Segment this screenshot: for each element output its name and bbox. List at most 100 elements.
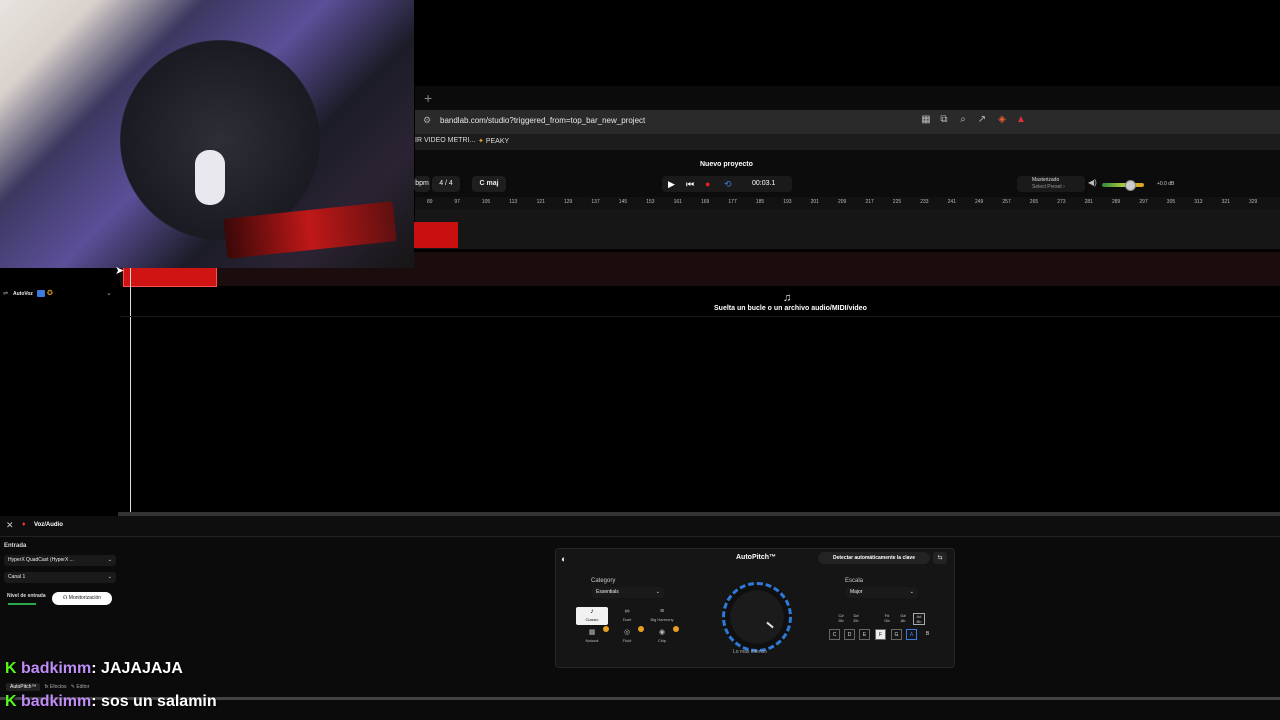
monitoring-button[interactable]: ☊ Monitorización xyxy=(52,592,112,605)
scale-label: Escala xyxy=(845,578,864,584)
preset-classic[interactable]: ♪ Classic xyxy=(576,607,608,625)
volume-slider[interactable] xyxy=(1102,183,1144,187)
close-icon[interactable]: ✕ xyxy=(6,520,14,531)
time-display: 00:03.1 xyxy=(752,180,776,187)
playhead[interactable] xyxy=(130,268,131,516)
music-note-icon: ♫ xyxy=(783,292,792,304)
key-sharp[interactable]: C# Db xyxy=(836,613,846,623)
ruler-tick-label: 177 xyxy=(728,199,737,205)
ruler-tick-label: 321 xyxy=(1221,199,1230,205)
chat-message: K badkimm: JAJAJAJA xyxy=(5,660,183,678)
star-icon[interactable]: ✪ xyxy=(47,289,53,297)
volume-slider-knob[interactable] xyxy=(1125,180,1136,191)
channel-select[interactable]: Canal 1 ⌄ xyxy=(4,572,116,583)
panel-tabs: AutoPitch™ fx Efectos ✎ Editor xyxy=(6,683,89,691)
bpm-field[interactable]: bpm xyxy=(414,176,430,192)
premium-badge-icon xyxy=(603,626,609,632)
skip-back-icon[interactable]: ⏮ xyxy=(686,176,694,192)
audio-clip-selected[interactable] xyxy=(123,265,217,287)
ruler-tick-label: 265 xyxy=(1029,199,1039,205)
ruler-tick-label: 273 xyxy=(1057,199,1066,205)
project-title[interactable]: Nuevo proyecto xyxy=(700,161,753,168)
chat-username: badkimm xyxy=(21,693,92,710)
key-sharp[interactable]: A# Bb xyxy=(913,613,925,625)
chevron-down-icon[interactable]: ⌄ xyxy=(106,289,112,297)
settings-icon[interactable]: ⇆ xyxy=(933,552,947,564)
share-icon[interactable]: ↗ xyxy=(975,114,989,125)
key-sharp[interactable]: D# Eb xyxy=(851,613,861,623)
ruler-tick-label: 137 xyxy=(591,199,600,205)
chat-text: : JAJAJAJA xyxy=(91,660,183,677)
microphone-image xyxy=(195,150,225,205)
brave-shield-icon[interactable]: ◈ xyxy=(995,114,1009,125)
ruler-tick-label: 89 xyxy=(427,199,433,205)
intensity-dial[interactable] xyxy=(722,582,792,652)
track-name[interactable]: AutoVoz xyxy=(13,291,33,297)
ruler-tick-label: 97 xyxy=(454,199,460,205)
key-selector[interactable]: C maj xyxy=(472,176,506,192)
chevron-down-icon: ⌄ xyxy=(909,589,914,595)
chat-message: K badkimm: sos un salamin xyxy=(5,693,217,711)
ruler-tick-label: 313 xyxy=(1194,199,1203,205)
ruler-tick-label: 217 xyxy=(865,199,874,205)
ruler-tick-label: 185 xyxy=(755,199,765,205)
streamer-figure xyxy=(120,40,320,240)
key-c[interactable]: C xyxy=(829,629,840,640)
auto-detect-key-button[interactable]: Detectar automáticamente la clave xyxy=(818,552,930,564)
studio-header xyxy=(415,150,1280,198)
drop-zone-text: Suelta un bucle o un archivo audio/MIDI/… xyxy=(714,305,867,312)
key-sharp[interactable]: F# Gb xyxy=(882,613,892,623)
open-external-icon[interactable]: ⧉ xyxy=(937,114,951,125)
key-a[interactable]: A xyxy=(906,629,917,640)
audio-clip[interactable] xyxy=(414,222,458,248)
key-sharp[interactable]: G# Ab xyxy=(898,613,908,623)
panel-title: Voz/Audio xyxy=(34,522,63,528)
power-toggle-icon[interactable]: ◐ xyxy=(561,554,566,564)
chevron-down-icon: ⌄ xyxy=(655,589,660,595)
kick-logo-icon: K xyxy=(5,660,17,677)
bookmark-item[interactable]: IR VIDEO METRI... xyxy=(415,137,475,144)
drag-handle-icon[interactable]: ⇌ xyxy=(3,290,8,297)
brave-rewards-icon[interactable]: ▲ xyxy=(1014,114,1028,125)
key-e[interactable]: E xyxy=(859,629,870,640)
loop-icon[interactable]: ⟲ xyxy=(724,176,732,192)
tab-editor[interactable]: Editor xyxy=(76,684,89,690)
ruler-tick-label: 193 xyxy=(783,199,792,205)
key-d[interactable]: D xyxy=(844,629,855,640)
key-g[interactable]: G xyxy=(891,629,902,640)
key-b[interactable]: B xyxy=(922,629,933,640)
ruler-tick-label: 201 xyxy=(810,199,819,205)
tab-effects[interactable]: Efectos xyxy=(50,684,67,690)
record-icon[interactable]: ● xyxy=(705,176,710,192)
track-lane[interactable] xyxy=(415,209,1280,249)
ruler-tick-label: 233 xyxy=(920,199,929,205)
input-device-select[interactable]: HyperX QuadCast (HyperX ... ⌄ xyxy=(4,555,116,566)
category-select[interactable]: Essentials ⌄ xyxy=(592,587,664,598)
site-info-icon[interactable]: ⚙ xyxy=(423,115,431,126)
time-signature[interactable]: 4 / 4 xyxy=(432,176,460,192)
kick-logo-icon: K xyxy=(5,693,17,710)
ruler-tick-label: 225 xyxy=(892,199,902,205)
pencil-icon: ✎ xyxy=(70,684,75,690)
bookmark-item[interactable]: ✦ PEAKY xyxy=(478,137,509,145)
tab-bar xyxy=(415,86,1280,110)
panel-header xyxy=(0,516,1280,537)
key-f[interactable]: F xyxy=(875,629,886,640)
bookmarks-bar xyxy=(415,134,1280,150)
tab-autopitch[interactable]: AutoPitch™ xyxy=(6,683,41,691)
input-level-meter xyxy=(8,603,36,605)
new-tab-button[interactable]: + xyxy=(424,90,432,106)
input-level-label: Nivel de entrada xyxy=(7,593,46,599)
scale-select[interactable]: Major ⌄ xyxy=(846,587,918,598)
grid-icon[interactable]: ▦ xyxy=(919,114,933,125)
play-icon[interactable]: ▶ xyxy=(668,176,675,192)
ruler-tick-label: 121 xyxy=(536,199,545,205)
zoom-icon[interactable]: ⌕ xyxy=(956,114,970,125)
divider xyxy=(120,316,1280,317)
preset-big-harmony[interactable]: ≡ Big Harmony xyxy=(646,607,678,625)
preset-duet[interactable]: ∞ Duet xyxy=(611,607,643,625)
chat-username: badkimm xyxy=(21,660,92,677)
url-text[interactable]: bandlab.com/studio?triggered_from=top_ba… xyxy=(440,116,645,125)
volume-icon[interactable]: ◀) xyxy=(1088,178,1097,187)
mic-icon: ♦ xyxy=(22,521,26,528)
